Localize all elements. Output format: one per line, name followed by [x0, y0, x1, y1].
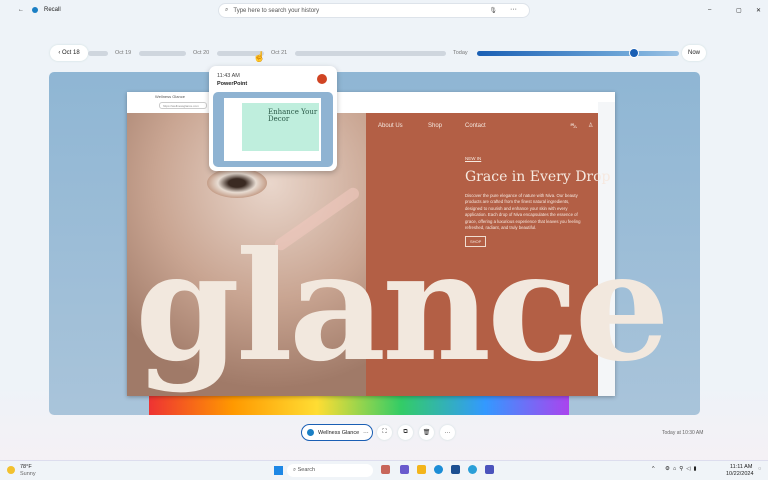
store-icon[interactable] — [451, 465, 460, 474]
taskbar-search[interactable]: ⌕ Search — [287, 464, 373, 477]
delete-button[interactable]: 🗑 — [419, 425, 434, 440]
recall-logo-icon — [32, 7, 38, 13]
powerpoint-icon — [317, 74, 327, 84]
timeline-label: Oct 21 — [271, 50, 288, 56]
tray-chevron-icon[interactable]: ^ — [652, 466, 655, 472]
clock-date[interactable]: 10/22/2024 — [726, 471, 754, 477]
tag-label: NEW IN — [465, 156, 482, 161]
chip-more-button[interactable]: ··· — [363, 430, 369, 436]
hero-word: glance — [135, 219, 670, 395]
nav-about[interactable]: About Us — [378, 123, 403, 129]
search-icon: ⌕ — [225, 7, 229, 13]
timeline-label: Today — [453, 50, 468, 56]
timeline-label: Oct 19 — [115, 50, 132, 56]
nav-contact[interactable]: Contact — [465, 123, 486, 129]
user-icon[interactable]: ♙ — [588, 122, 593, 129]
tray-icons[interactable]: ⚙⌂⚲◁▮ — [665, 466, 700, 472]
edge-icon — [307, 429, 314, 436]
timeline-preview-popup[interactable]: 11:43 AM PowerPoint Enhance Your Decor — [209, 66, 337, 171]
weather-temp[interactable]: 78°F — [20, 464, 32, 470]
preview-slide-title: Enhance Your Decor — [242, 103, 319, 151]
timeline-back-button[interactable]: ‹ Oct 18 — [50, 45, 88, 61]
edge-taskbar-icon[interactable] — [434, 465, 443, 474]
more-options-button[interactable]: ··· — [510, 6, 517, 13]
more-actions-button[interactable]: ··· — [440, 425, 455, 440]
back-icon[interactable]: ← — [18, 7, 24, 13]
timeline-segment[interactable] — [295, 51, 446, 56]
copilot-icon[interactable] — [400, 465, 409, 474]
clock-time[interactable]: 11:11 AM — [730, 464, 752, 470]
microphone-icon[interactable]: 🎙 — [489, 7, 497, 14]
snapshot-timestamp: Today at 10:30 AM — [662, 430, 704, 436]
eye-image — [207, 168, 267, 198]
timeline-slider[interactable] — [477, 51, 679, 56]
weather-desc[interactable]: Sunny — [20, 471, 36, 477]
headline: Grace in Every Drop — [465, 169, 611, 185]
teams-icon[interactable] — [485, 465, 494, 474]
recall-taskbar-icon[interactable] — [468, 465, 477, 474]
preview-thumbnail: Enhance Your Decor — [213, 92, 333, 167]
sun-icon — [7, 466, 15, 474]
browser-tab[interactable]: Wellness Glance — [127, 92, 615, 102]
timeline-label: Oct 20 — [193, 50, 210, 56]
maximize-button[interactable]: ▢ — [736, 7, 742, 14]
notification-icon[interactable]: ◌ — [758, 466, 761, 472]
app-chip[interactable]: Wellness Glance ··· — [301, 424, 373, 441]
taskbar-app-icon[interactable] — [381, 465, 390, 474]
close-button[interactable]: ✕ — [756, 7, 761, 14]
app-title: Recall — [44, 7, 61, 13]
preview-time: 11:43 AM — [217, 73, 240, 79]
cart-icon[interactable]: ⛍ — [570, 122, 577, 131]
nav-shop[interactable]: Shop — [428, 123, 442, 129]
timeline-segment[interactable] — [139, 51, 186, 56]
preview-app: PowerPoint — [217, 81, 248, 87]
search-input[interactable]: ⌕ Type here to search your history 🎙 — [218, 3, 530, 18]
timeline-thumb[interactable] — [629, 48, 639, 58]
screenshot-button[interactable]: ⛶ — [377, 425, 392, 440]
cursor-hand-icon: ☝ — [253, 52, 266, 63]
file-explorer-icon[interactable] — [417, 465, 426, 474]
timeline-segment[interactable] — [88, 51, 108, 56]
copy-button[interactable]: ⧉ — [398, 425, 413, 440]
address-bar[interactable]: https://wellnessglance.com — [159, 102, 207, 109]
start-icon[interactable] — [274, 466, 283, 475]
now-button[interactable]: Now — [682, 45, 706, 61]
minimize-button[interactable]: – — [708, 7, 711, 13]
